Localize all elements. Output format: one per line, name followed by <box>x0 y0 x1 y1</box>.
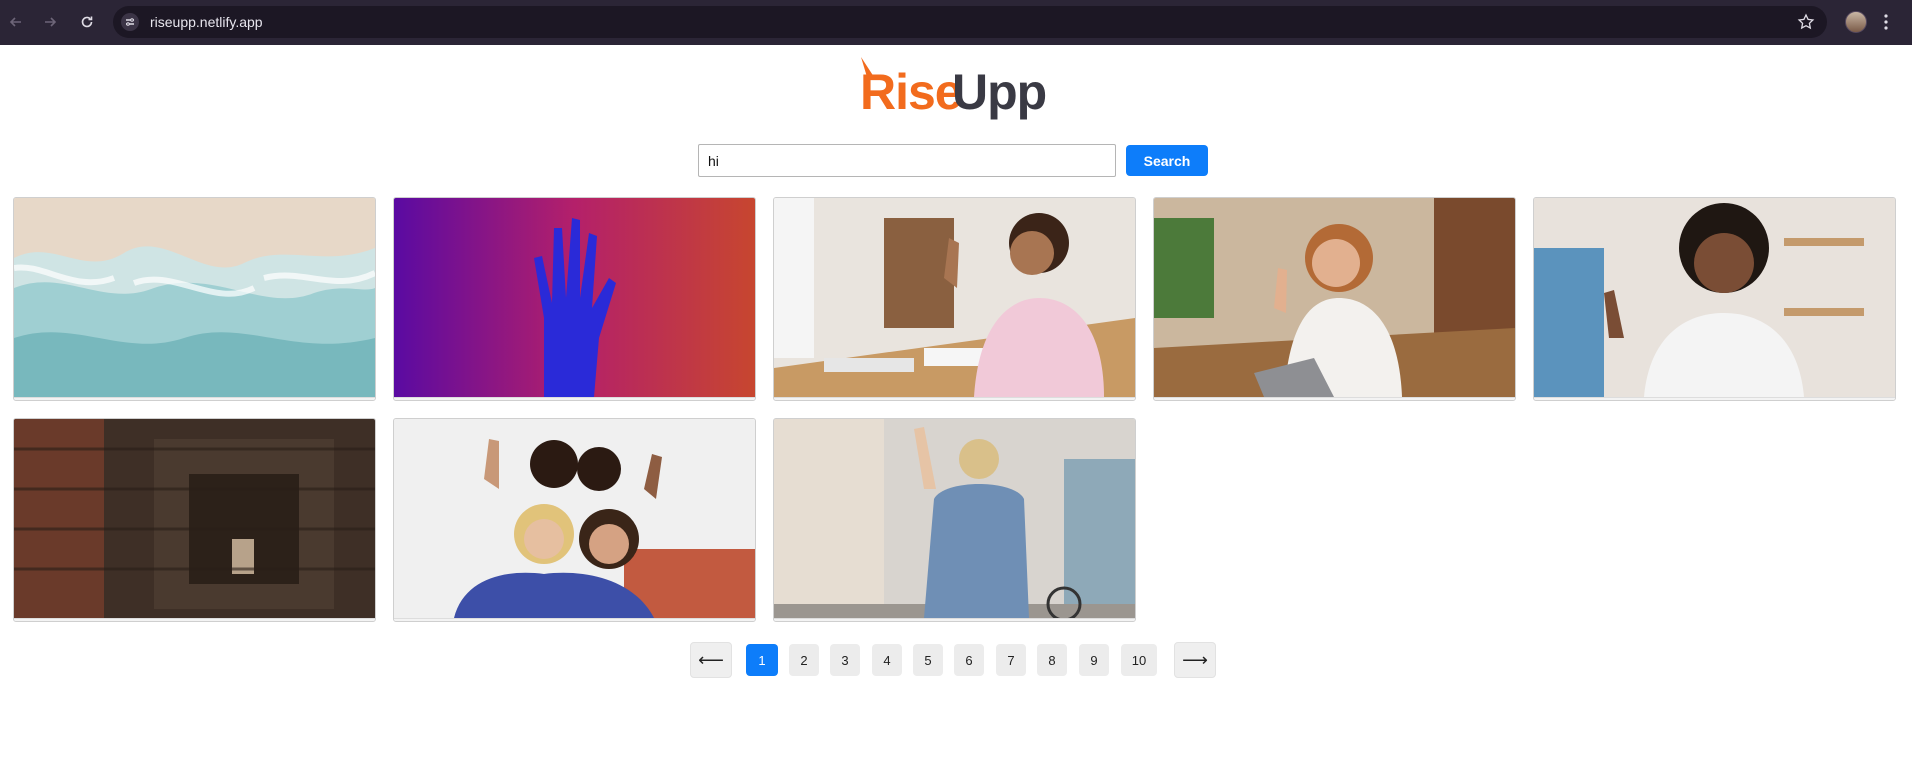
site-settings-icon[interactable] <box>121 13 139 31</box>
page-button-3[interactable]: 3 <box>830 644 860 676</box>
menu-kebab-icon[interactable] <box>1883 13 1889 36</box>
page-button-5[interactable]: 5 <box>913 644 943 676</box>
forward-arrow-icon[interactable] <box>38 10 62 34</box>
page-button-7[interactable]: 7 <box>996 644 1026 676</box>
image-card[interactable] <box>773 418 1136 622</box>
page-button-6[interactable]: 6 <box>954 644 984 676</box>
image-girl-desk[interactable] <box>774 198 1135 397</box>
back-arrow-icon[interactable] <box>4 10 28 34</box>
card-footer <box>394 618 755 621</box>
card-footer <box>774 397 1135 400</box>
image-card[interactable] <box>393 418 756 622</box>
image-card[interactable] <box>1153 197 1516 401</box>
image-card[interactable] <box>393 197 756 401</box>
page-button-2[interactable]: 2 <box>789 644 819 676</box>
card-footer <box>14 618 375 621</box>
logo-rise-text: Rise <box>860 64 962 120</box>
bookmark-star-icon[interactable] <box>1797 13 1815 36</box>
logo-upp-text: Upp <box>952 64 1046 120</box>
browser-toolbar: riseupp.netlify.app <box>0 0 1912 45</box>
reload-icon[interactable] <box>75 10 99 34</box>
pagination: ⟵ 1 2 3 4 5 6 7 8 9 10 ⟶ <box>0 642 1912 678</box>
image-brick-ruin[interactable] <box>14 419 375 618</box>
image-blue-hand[interactable] <box>394 198 755 397</box>
image-ocean-foam[interactable] <box>14 198 375 397</box>
url-text[interactable]: riseupp.netlify.app <box>150 14 263 30</box>
riseupp-logo[interactable]: Rise Upp <box>858 49 1058 127</box>
image-card[interactable] <box>1533 197 1896 401</box>
page-button-9[interactable]: 9 <box>1079 644 1109 676</box>
card-footer <box>1534 397 1895 400</box>
image-card[interactable] <box>13 197 376 401</box>
card-footer <box>394 397 755 400</box>
card-footer <box>1154 397 1515 400</box>
card-footer <box>774 618 1135 621</box>
page-button-8[interactable]: 8 <box>1037 644 1067 676</box>
card-footer <box>14 397 375 400</box>
image-woman-laptop[interactable] <box>1154 198 1515 397</box>
next-page-button[interactable]: ⟶ <box>1174 642 1216 678</box>
page-button-10[interactable]: 10 <box>1121 644 1157 676</box>
image-group-waving[interactable] <box>394 419 755 618</box>
search-button[interactable]: Search <box>1126 145 1208 176</box>
search-input[interactable] <box>698 144 1116 177</box>
page-button-4[interactable]: 4 <box>872 644 902 676</box>
image-child-waving[interactable] <box>1534 198 1895 397</box>
page-content: Rise Upp Search <box>0 45 1912 762</box>
image-woman-bicycle[interactable] <box>774 419 1135 618</box>
image-card[interactable] <box>773 197 1136 401</box>
prev-page-button[interactable]: ⟵ <box>690 642 732 678</box>
image-card[interactable] <box>13 418 376 622</box>
page-button-1[interactable]: 1 <box>746 644 778 676</box>
profile-avatar[interactable] <box>1845 11 1867 33</box>
address-bar[interactable]: riseupp.netlify.app <box>113 6 1827 38</box>
